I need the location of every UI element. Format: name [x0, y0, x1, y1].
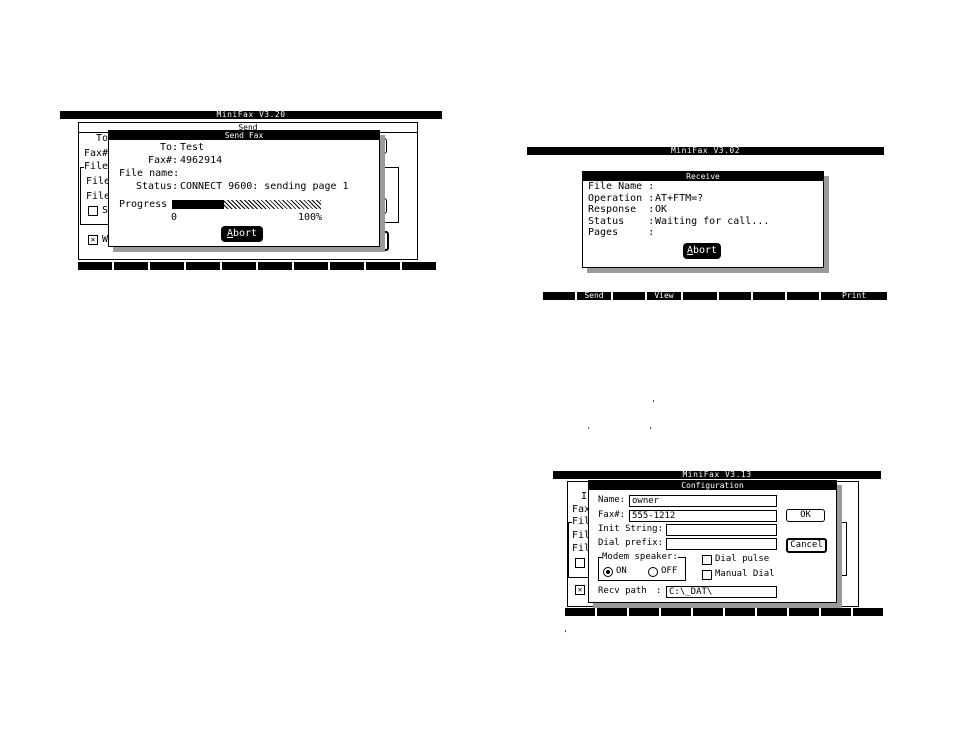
config-bg-checkbox-2[interactable]: ✕ — [575, 585, 585, 595]
config-app-titlebar: MiniFax V3.13 — [553, 471, 881, 479]
config-manual-dial-checkbox[interactable] — [702, 570, 712, 580]
config-name-field[interactable]: owner — [629, 495, 777, 507]
receive-row-value: Waiting for call... — [655, 215, 770, 227]
function-key[interactable] — [683, 292, 717, 300]
config-dial-field[interactable] — [666, 538, 777, 550]
receive-dialog-title: Receive — [583, 172, 823, 181]
receive-row-value: OK — [655, 204, 668, 215]
send-bg-checkbox-w[interactable]: ✕ — [88, 235, 98, 245]
function-key[interactable] — [402, 262, 436, 270]
config-ok-button[interactable]: OK — [786, 509, 825, 522]
receive-row-value: AT+FTM=? — [655, 192, 704, 204]
send-fax-label: Fax#: — [148, 155, 179, 166]
function-key[interactable] — [330, 262, 364, 270]
config-speaker-on-label: ON — [616, 566, 627, 576]
send-progress-fill — [172, 200, 224, 209]
send-abort-label: bort — [232, 228, 258, 239]
config-fax-label: Fax#: — [598, 510, 626, 520]
stray-mark-1: ' — [651, 399, 656, 408]
function-key[interactable] — [78, 262, 112, 270]
send-to-label: To: — [160, 142, 179, 153]
config-dial-pulse-checkbox[interactable] — [702, 555, 712, 565]
config-speaker-on-radio[interactable] — [603, 567, 613, 577]
function-key[interactable] — [853, 608, 883, 616]
send-bg-label-file1: File — [84, 161, 109, 172]
config-fax-field[interactable]: 555-1212 — [629, 510, 777, 522]
config-name-label: Name: — [598, 495, 626, 505]
receive-abort-button[interactable]: Abort — [683, 243, 721, 259]
function-key[interactable]: Print — [821, 292, 887, 300]
receive-row-label: Response : — [588, 204, 655, 215]
config-init-label: Init String: — [598, 524, 664, 534]
function-key[interactable] — [294, 262, 328, 270]
config-dial-label: Dial prefix: — [598, 538, 664, 548]
function-key[interactable] — [565, 608, 595, 616]
receive-app-titlebar: MiniFax V3.02 — [527, 147, 884, 155]
send-progress-max: 100% — [298, 212, 323, 223]
send-bg-right-group — [380, 167, 399, 223]
config-speaker-off-radio[interactable] — [648, 567, 658, 577]
function-key[interactable] — [789, 608, 819, 616]
config-speaker-group-label: Modem speaker: — [602, 552, 678, 563]
send-abort-button[interactable]: Abort — [221, 226, 263, 242]
function-key[interactable] — [222, 262, 256, 270]
stray-mark-2: ' — [586, 426, 591, 435]
function-key[interactable] — [725, 608, 755, 616]
function-key[interactable] — [821, 608, 851, 616]
function-key[interactable] — [597, 608, 627, 616]
function-key[interactable] — [114, 262, 148, 270]
config-recv-path-colon: : — [656, 586, 662, 596]
config-speaker-off-label: OFF — [661, 566, 678, 576]
config-cancel-button[interactable]: Cancel — [786, 538, 827, 553]
function-key[interactable] — [366, 262, 400, 270]
config-recv-path-label: Recv path — [598, 586, 647, 596]
send-fax-value: 4962914 — [180, 155, 223, 166]
function-key[interactable] — [693, 608, 723, 616]
send-app-titlebar: MiniFax V3.20 — [60, 111, 442, 119]
stray-mark-3: ' — [648, 426, 653, 435]
receive-abort-label: bort — [692, 245, 718, 256]
receive-row-label: File Name : — [588, 181, 655, 192]
config-manual-dial-label: Manual Dial — [715, 569, 775, 579]
send-file-label: File name: — [119, 168, 180, 179]
config-bg-label-1: I — [581, 491, 588, 502]
config-bg-checkbox-1[interactable] — [575, 558, 585, 568]
send-progress-min: 0 — [171, 212, 178, 223]
send-fax-dialog-title: Send Fax — [109, 131, 379, 140]
stray-mark-4: ' — [563, 629, 568, 638]
function-key[interactable] — [757, 608, 787, 616]
receive-row-label: Pages : — [588, 227, 655, 238]
function-key[interactable] — [186, 262, 220, 270]
send-function-key-bar — [78, 262, 440, 270]
config-dial-pulse-label: Dial pulse — [715, 554, 770, 564]
send-status-label: Status: — [136, 181, 179, 192]
function-key[interactable] — [258, 262, 292, 270]
function-key[interactable] — [753, 292, 785, 300]
send-bg-label-fax: Fax# — [84, 148, 109, 159]
function-key[interactable] — [613, 292, 645, 300]
send-to-value: Test — [180, 142, 205, 153]
send-bg-label-file2: File — [86, 176, 111, 187]
function-key[interactable]: Send — [577, 292, 611, 300]
receive-function-key-bar: Send View Print — [543, 292, 887, 300]
configuration-dialog-title: Configuration — [589, 481, 836, 490]
receive-row-label: Status : — [588, 215, 655, 227]
config-function-key-bar — [565, 608, 883, 616]
send-bg-label-file3: File — [86, 191, 111, 202]
config-recv-path-field[interactable]: C:\_DAT\ — [666, 586, 777, 598]
send-bg-label-to: To — [96, 133, 109, 144]
receive-row-label: Operation : — [588, 192, 655, 204]
send-progress-label: Progress — [119, 199, 168, 210]
send-bg-checkbox-s[interactable] — [88, 206, 98, 216]
send-status-value: CONNECT 9600: sending page 1 — [180, 181, 349, 192]
config-bg-right-group — [836, 522, 847, 576]
function-key[interactable]: View — [647, 292, 681, 300]
function-key[interactable] — [629, 608, 659, 616]
function-key[interactable] — [661, 608, 691, 616]
function-key[interactable] — [719, 292, 751, 300]
function-key[interactable] — [150, 262, 184, 270]
config-init-field[interactable] — [666, 524, 777, 536]
function-key[interactable] — [543, 292, 575, 300]
function-key[interactable] — [787, 292, 819, 300]
